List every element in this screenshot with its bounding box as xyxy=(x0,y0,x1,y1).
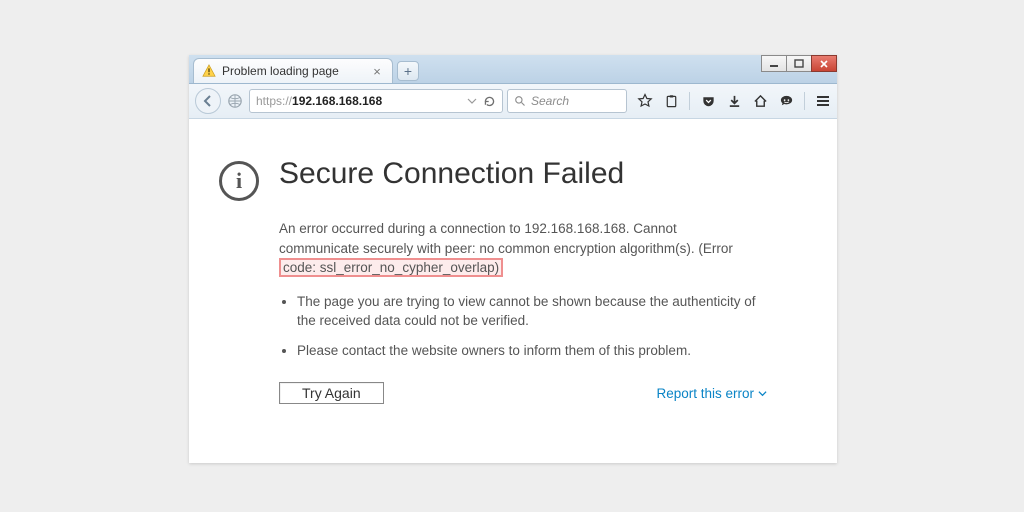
url-actions xyxy=(467,95,496,108)
url-host: 192.168.168.168 xyxy=(292,94,382,108)
tab-strip: Problem loading page × + xyxy=(189,55,837,84)
error-title: Secure Connection Failed xyxy=(279,157,624,191)
tab-close-icon[interactable]: × xyxy=(370,64,384,78)
new-tab-button[interactable]: + xyxy=(397,61,419,81)
menu-icon[interactable] xyxy=(815,93,831,109)
separator xyxy=(689,92,690,110)
pocket-icon[interactable] xyxy=(700,93,716,109)
search-icon xyxy=(514,95,526,107)
toolbar-icons xyxy=(637,92,831,110)
url-bar[interactable]: https:// 192.168.168.168 xyxy=(249,89,503,113)
info-icon: i xyxy=(219,161,259,201)
browser-window: Problem loading page × + https:// 192.16… xyxy=(189,55,837,463)
chat-icon[interactable] xyxy=(778,93,794,109)
error-description: An error occurred during a connection to… xyxy=(279,219,749,278)
reload-icon[interactable] xyxy=(483,95,496,108)
globe-icon xyxy=(227,93,243,109)
error-description-text: An error occurred during a connection to… xyxy=(279,221,733,256)
navigation-toolbar: https:// 192.168.168.168 Search xyxy=(189,84,837,119)
dropdown-icon[interactable] xyxy=(467,96,477,106)
home-icon[interactable] xyxy=(752,93,768,109)
url-protocol: https:// xyxy=(256,94,292,108)
chevron-down-icon xyxy=(758,389,767,398)
window-controls xyxy=(762,55,837,72)
try-again-button[interactable]: Try Again xyxy=(279,382,384,404)
report-error-link[interactable]: Report this error xyxy=(656,384,767,404)
tab-problem-loading-page[interactable]: Problem loading page × xyxy=(193,58,393,83)
window-close-button[interactable] xyxy=(811,55,837,72)
window-maximize-button[interactable] xyxy=(786,55,812,72)
search-placeholder: Search xyxy=(531,94,569,108)
error-page: i Secure Connection Failed An error occu… xyxy=(189,119,837,463)
report-error-label: Report this error xyxy=(656,384,754,404)
back-button[interactable] xyxy=(195,88,221,114)
window-minimize-button[interactable] xyxy=(761,55,787,72)
bookmark-star-icon[interactable] xyxy=(637,93,653,109)
search-bar[interactable]: Search xyxy=(507,89,627,113)
error-bullets: The page you are trying to view cannot b… xyxy=(279,292,759,361)
downloads-icon[interactable] xyxy=(726,93,742,109)
separator xyxy=(804,92,805,110)
clipboard-icon[interactable] xyxy=(663,93,679,109)
error-bullet: Please contact the website owners to inf… xyxy=(297,341,759,361)
tab-title: Problem loading page xyxy=(222,64,339,78)
error-bullet: The page you are trying to view cannot b… xyxy=(297,292,759,331)
warning-icon xyxy=(202,64,216,78)
error-code-highlight: code: ssl_error_no_cypher_overlap) xyxy=(279,258,503,277)
